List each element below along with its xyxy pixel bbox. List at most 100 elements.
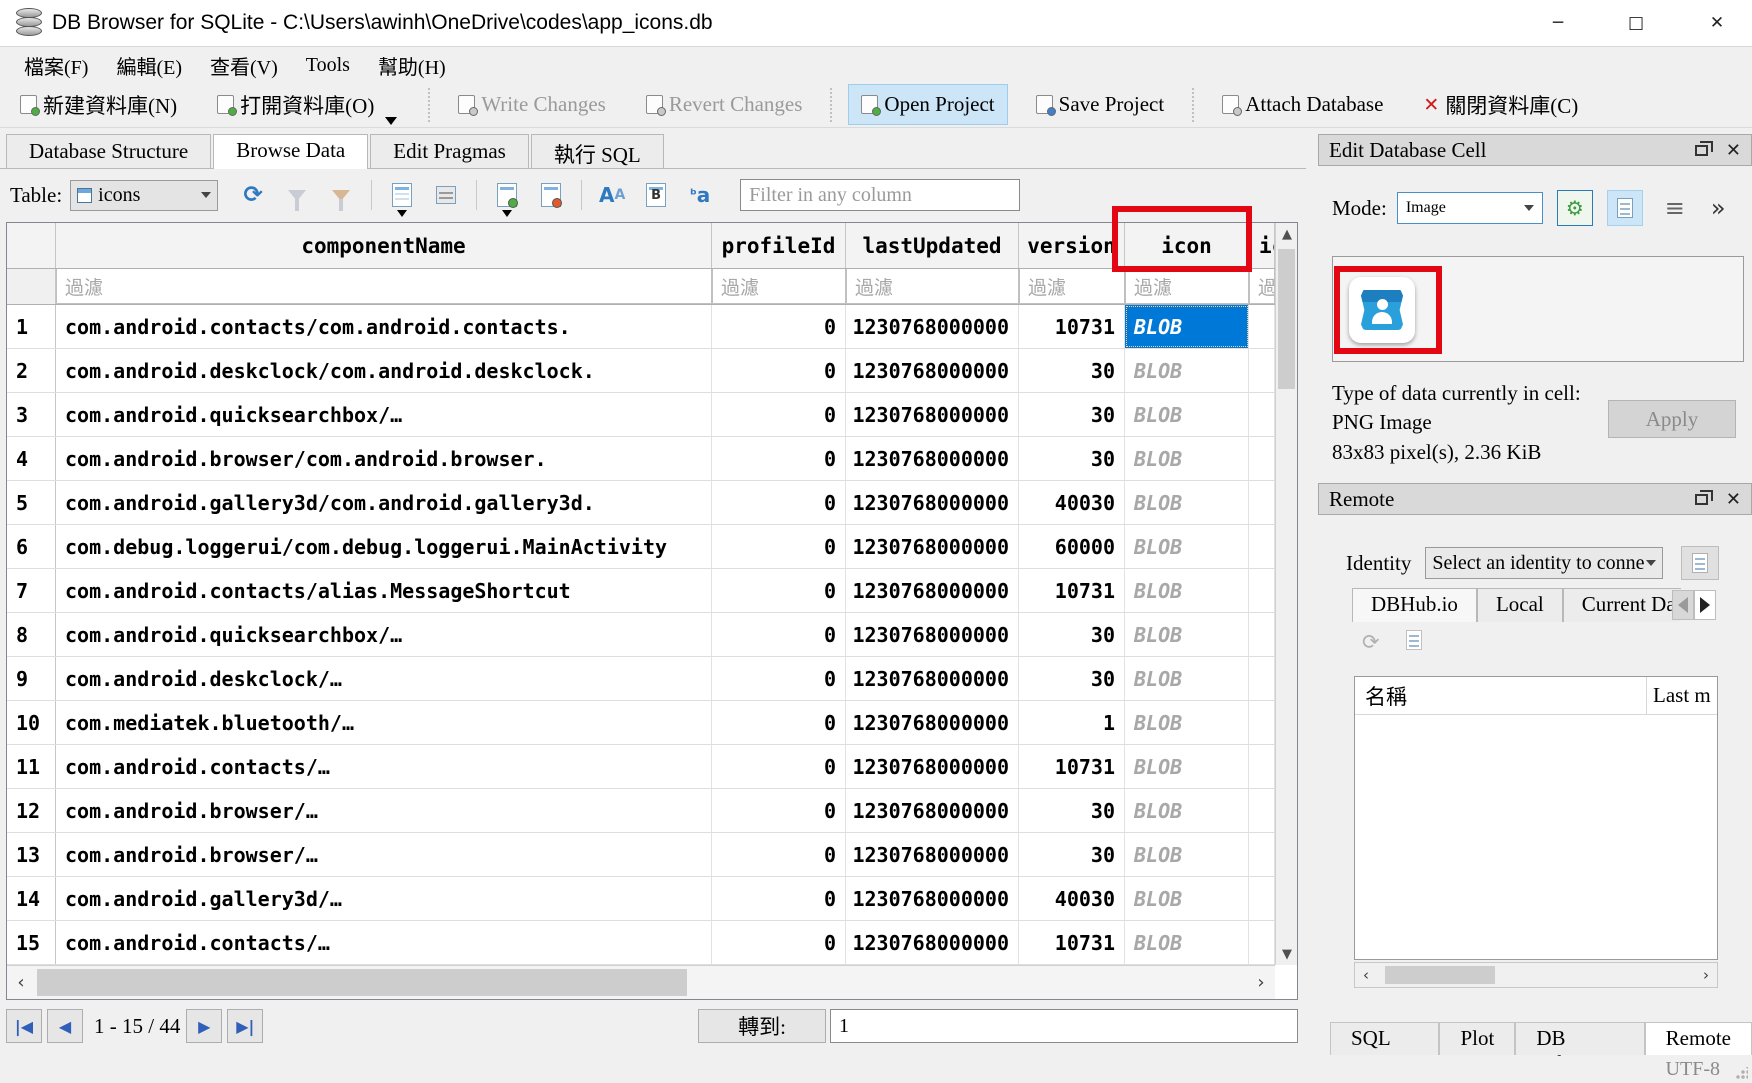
cell-version[interactable]: 30 bbox=[1019, 613, 1125, 656]
filter-input-partial[interactable]: 過濾 bbox=[1249, 269, 1275, 304]
cell-icon-blob[interactable]: BLOB bbox=[1125, 393, 1249, 436]
filter-input-componentName[interactable]: 過濾 bbox=[56, 269, 712, 304]
export-data-button[interactable] bbox=[1607, 190, 1643, 226]
cell-profileId[interactable]: 0 bbox=[712, 525, 846, 568]
row-number[interactable]: 15 bbox=[7, 921, 56, 964]
close-panel-icon[interactable]: ✕ bbox=[1726, 489, 1741, 510]
vertical-scrollbar[interactable]: ▲ ▼ bbox=[1275, 223, 1297, 965]
cell-partial[interactable] bbox=[1249, 481, 1275, 524]
cell-componentName[interactable]: com.mediatek.bluetooth/… bbox=[56, 701, 712, 744]
cell-lastUpdated[interactable]: 1230768000000 bbox=[846, 877, 1019, 920]
cell-version[interactable]: 40030 bbox=[1019, 877, 1125, 920]
menu-item[interactable]: 編輯(E) bbox=[102, 49, 196, 82]
cell-componentName[interactable]: com.android.contacts/… bbox=[56, 921, 712, 964]
cell-profileId[interactable]: 0 bbox=[712, 701, 846, 744]
row-number[interactable]: 5 bbox=[7, 481, 56, 524]
cell-partial[interactable] bbox=[1249, 613, 1275, 656]
remote-clone-icon[interactable] bbox=[1406, 630, 1422, 655]
previous-page-button[interactable]: ◀ bbox=[47, 1009, 83, 1043]
row-number[interactable]: 9 bbox=[7, 657, 56, 700]
more-tools-icon[interactable]: » bbox=[1711, 194, 1726, 222]
goto-record-input[interactable] bbox=[830, 1009, 1298, 1043]
tab-scroll-right-icon[interactable] bbox=[1694, 590, 1716, 620]
revert-changes-button[interactable]: Revert Changes bbox=[634, 85, 815, 124]
cell-lastUpdated[interactable]: 1230768000000 bbox=[846, 393, 1019, 436]
remote-list-scrollbar[interactable]: ‹ › bbox=[1354, 962, 1718, 988]
identity-select[interactable]: Select an identity to conne bbox=[1425, 547, 1663, 579]
table-select[interactable]: icons bbox=[70, 180, 218, 211]
save-table-as-icon[interactable] bbox=[387, 180, 417, 210]
dock-tab[interactable]: Remote bbox=[1645, 1022, 1752, 1055]
cell-lastUpdated[interactable]: 1230768000000 bbox=[846, 481, 1019, 524]
maximize-button[interactable]: □ bbox=[1605, 0, 1667, 46]
column-header-profileId[interactable]: profileId bbox=[712, 223, 846, 268]
cell-icon-blob[interactable]: BLOB bbox=[1125, 613, 1249, 656]
cell-profileId[interactable]: 0 bbox=[712, 481, 846, 524]
scroll-right-icon[interactable]: › bbox=[1695, 963, 1717, 987]
cell-componentName[interactable]: com.android.browser/… bbox=[56, 789, 712, 832]
cell-profileId[interactable]: 0 bbox=[712, 569, 846, 612]
column-header-partial[interactable]: ic bbox=[1249, 223, 1275, 268]
cell-lastUpdated[interactable]: 1230768000000 bbox=[846, 613, 1019, 656]
cell-profileId[interactable]: 0 bbox=[712, 877, 846, 920]
menu-item[interactable]: 查看(V) bbox=[196, 49, 292, 82]
cell-lastUpdated[interactable]: 1230768000000 bbox=[846, 745, 1019, 788]
cell-version[interactable]: 10731 bbox=[1019, 745, 1125, 788]
cell-partial[interactable] bbox=[1249, 349, 1275, 392]
scroll-up-icon[interactable]: ▲ bbox=[1276, 223, 1298, 245]
scroll-right-icon[interactable]: › bbox=[1247, 966, 1275, 999]
row-number[interactable]: 13 bbox=[7, 833, 56, 876]
scroll-down-icon[interactable]: ▼ bbox=[1276, 943, 1298, 965]
remote-tab[interactable]: Current Dat bbox=[1563, 588, 1681, 622]
cell-version[interactable]: 30 bbox=[1019, 349, 1125, 392]
row-number[interactable]: 12 bbox=[7, 789, 56, 832]
scroll-left-icon[interactable]: ‹ bbox=[1355, 963, 1377, 987]
cell-version[interactable]: 10731 bbox=[1019, 305, 1125, 348]
filter-input-lastUpdated[interactable]: 過濾 bbox=[846, 269, 1019, 304]
close-button[interactable]: ✕ bbox=[1686, 0, 1748, 46]
close-database-button[interactable]: ✕ 關閉資料庫(C) bbox=[1411, 83, 1590, 127]
cell-icon-blob[interactable]: BLOB bbox=[1125, 877, 1249, 920]
scroll-thumb[interactable] bbox=[1385, 966, 1495, 984]
horizontal-scroll-thumb[interactable] bbox=[37, 969, 687, 996]
close-panel-icon[interactable]: ✕ bbox=[1726, 140, 1741, 161]
cell-profileId[interactable]: 0 bbox=[712, 613, 846, 656]
row-number[interactable]: 1 bbox=[7, 305, 56, 348]
cell-version[interactable]: 30 bbox=[1019, 789, 1125, 832]
cell-componentName[interactable]: com.android.deskclock/… bbox=[56, 657, 712, 700]
save-project-button[interactable]: Save Project bbox=[1024, 85, 1177, 124]
row-number[interactable]: 7 bbox=[7, 569, 56, 612]
cell-componentName[interactable]: com.debug.loggerui/com.debug.loggerui.Ma… bbox=[56, 525, 712, 568]
cell-profileId[interactable]: 0 bbox=[712, 745, 846, 788]
last-page-button[interactable]: ▶| bbox=[227, 1009, 263, 1043]
row-number[interactable]: 14 bbox=[7, 877, 56, 920]
cell-partial[interactable] bbox=[1249, 745, 1275, 788]
mode-select[interactable]: Image bbox=[1397, 192, 1543, 224]
float-panel-icon[interactable] bbox=[1695, 145, 1708, 156]
next-page-button[interactable]: ▶ bbox=[186, 1009, 222, 1043]
cell-icon-blob[interactable]: BLOB bbox=[1125, 569, 1249, 612]
cell-icon-blob[interactable]: BLOB bbox=[1125, 745, 1249, 788]
cell-profileId[interactable]: 0 bbox=[712, 657, 846, 700]
cell-partial[interactable] bbox=[1249, 569, 1275, 612]
main-tab[interactable]: Database Structure bbox=[6, 134, 211, 169]
cell-lastUpdated[interactable]: 1230768000000 bbox=[846, 701, 1019, 744]
insert-record-icon[interactable] bbox=[492, 180, 522, 210]
cell-profileId[interactable]: 0 bbox=[712, 833, 846, 876]
cell-icon-blob[interactable]: BLOB bbox=[1125, 305, 1249, 348]
delete-record-icon[interactable] bbox=[536, 180, 566, 210]
cell-version[interactable]: 30 bbox=[1019, 437, 1125, 480]
dock-tab[interactable]: SQL Log bbox=[1330, 1022, 1439, 1055]
column-header-componentName[interactable]: componentName bbox=[56, 223, 712, 268]
filter-input-icon[interactable]: 過濾 bbox=[1125, 269, 1249, 304]
row-number[interactable]: 10 bbox=[7, 701, 56, 744]
cell-partial[interactable] bbox=[1249, 789, 1275, 832]
row-number[interactable]: 3 bbox=[7, 393, 56, 436]
import-certificate-button[interactable] bbox=[1681, 546, 1719, 580]
print-icon[interactable] bbox=[431, 180, 461, 210]
column-header-version[interactable]: version bbox=[1019, 223, 1125, 268]
cell-icon-blob[interactable]: BLOB bbox=[1125, 833, 1249, 876]
corner-header[interactable] bbox=[7, 223, 56, 268]
minimize-button[interactable]: ─ bbox=[1527, 0, 1589, 46]
cell-profileId[interactable]: 0 bbox=[712, 921, 846, 964]
